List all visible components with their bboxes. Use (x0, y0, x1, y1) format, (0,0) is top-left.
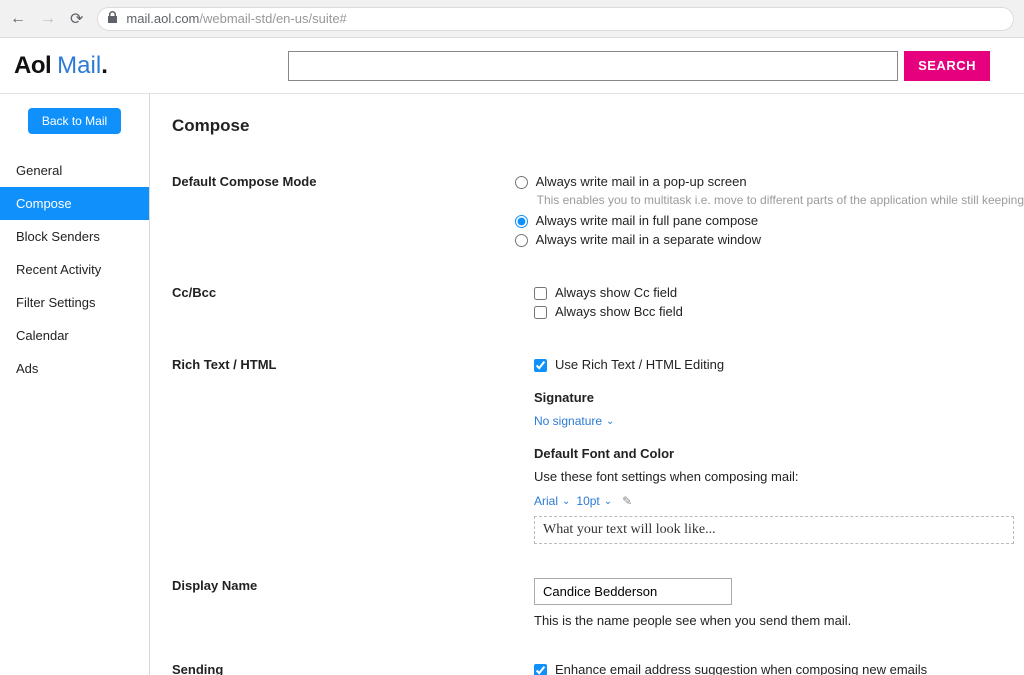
font-desc: Use these font settings when composing m… (534, 469, 1024, 484)
ccbcc-checkbox[interactable] (534, 287, 547, 300)
logo-product: Mail (57, 52, 101, 80)
use-richtext-checkbox[interactable] (534, 359, 547, 372)
forward-arrow-icon[interactable]: → (40, 10, 56, 28)
display-name-input[interactable] (534, 578, 732, 605)
sidebar-item-recent-activity[interactable]: Recent Activity (0, 253, 149, 286)
url-text: mail.aol.com/webmail-std/en-us/suite# (126, 11, 346, 26)
logo-brand: Aol (14, 52, 51, 80)
sidebar-item-compose[interactable]: Compose (0, 187, 149, 220)
lock-icon (108, 11, 118, 26)
sidebar-item-filter-settings[interactable]: Filter Settings (0, 286, 149, 319)
font-size-dropdown[interactable]: 10pt ⌄ (576, 494, 612, 508)
sidebar-item-block-senders[interactable]: Block Senders (0, 220, 149, 253)
chevron-down-icon: ⌄ (604, 496, 612, 507)
reload-icon[interactable]: ⟳ (70, 9, 83, 29)
ccbcc-label[interactable]: Always show Cc field (555, 285, 677, 300)
sending-label[interactable]: Enhance email address suggestion when co… (555, 662, 927, 675)
font-name-dropdown[interactable]: Arial ⌄ (534, 494, 570, 508)
signature-heading: Signature (534, 390, 1024, 405)
section-label: Rich Text / HTML (172, 357, 534, 544)
chevron-down-icon: ⌄ (562, 496, 570, 507)
page-title: Compose (172, 116, 1024, 136)
compose-mode-label[interactable]: Always write mail in full pane compose (536, 213, 759, 228)
signature-dropdown[interactable]: No signature ⌄ (534, 414, 614, 428)
content-area: Compose Default Compose Mode Always writ… (150, 94, 1024, 675)
sidebar-item-ads[interactable]: Ads (0, 352, 149, 385)
compose-mode-radio[interactable] (515, 215, 528, 228)
section-richtext: Rich Text / HTML Use Rich Text / HTML Ed… (172, 345, 1024, 566)
compose-mode-label[interactable]: Always write mail in a pop-up screen (536, 174, 747, 189)
pencil-icon[interactable]: ✎ (622, 494, 632, 508)
ccbcc-checkbox[interactable] (534, 306, 547, 319)
app-header: Aol Mail . SEARCH (0, 38, 1024, 94)
chevron-down-icon: ⌄ (606, 416, 614, 427)
compose-mode-radio[interactable] (515, 176, 528, 189)
sidebar-item-general[interactable]: General (0, 154, 149, 187)
compose-mode-label[interactable]: Always write mail in a separate window (536, 232, 761, 247)
font-heading: Default Font and Color (534, 446, 1024, 461)
section-label: Sending (172, 662, 534, 675)
search-button[interactable]: SEARCH (904, 51, 990, 81)
display-name-help: This is the name people see when you sen… (534, 613, 1024, 628)
back-arrow-icon[interactable]: ← (10, 10, 26, 28)
section-label: Display Name (172, 578, 534, 628)
section-ccbcc: Cc/Bcc Always show Cc field Always show B… (172, 273, 1024, 345)
search-wrap: SEARCH (288, 51, 990, 81)
logo-dot: . (101, 52, 108, 80)
section-default-compose: Default Compose Mode Always write mail i… (172, 162, 1024, 273)
section-display-name: Display Name This is the name people see… (172, 566, 1024, 650)
back-to-mail-button[interactable]: Back to Mail (28, 108, 121, 134)
use-richtext-label[interactable]: Use Rich Text / HTML Editing (555, 357, 724, 372)
sidebar: Back to Mail GeneralComposeBlock Senders… (0, 94, 150, 675)
search-input[interactable] (288, 51, 898, 81)
sidebar-item-calendar[interactable]: Calendar (0, 319, 149, 352)
section-sending: Sending Enhance email address suggestion… (172, 650, 1024, 675)
logo: Aol Mail . (14, 52, 108, 80)
section-label: Default Compose Mode (172, 174, 515, 251)
section-label: Cc/Bcc (172, 285, 534, 323)
font-preview: What your text will look like... (534, 516, 1014, 544)
url-bar[interactable]: mail.aol.com/webmail-std/en-us/suite# (97, 7, 1014, 31)
sending-checkbox[interactable] (534, 664, 547, 675)
ccbcc-label[interactable]: Always show Bcc field (555, 304, 683, 319)
compose-mode-note: This enables you to multitask i.e. move … (537, 193, 1024, 207)
browser-chrome: ← → ⟳ mail.aol.com/webmail-std/en-us/sui… (0, 0, 1024, 38)
compose-mode-radio[interactable] (515, 234, 528, 247)
